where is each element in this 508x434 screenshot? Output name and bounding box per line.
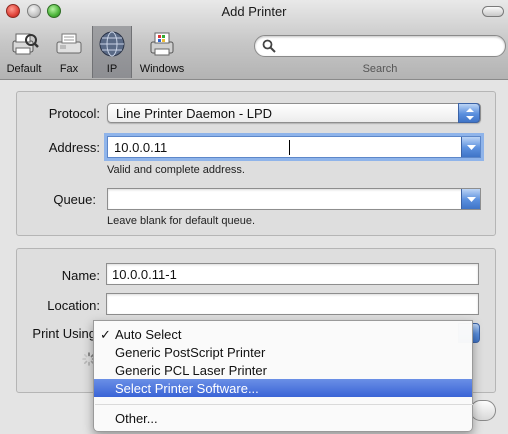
name-label: Name: bbox=[61, 268, 100, 283]
search-icon bbox=[262, 39, 276, 53]
fax-icon bbox=[56, 33, 82, 54]
toolbar-fax-button[interactable]: Fax bbox=[50, 26, 88, 78]
menu-item-other[interactable]: Other... bbox=[94, 409, 472, 427]
menu-item-generic-postscript[interactable]: Generic PostScript Printer bbox=[94, 343, 472, 361]
search-field[interactable] bbox=[254, 35, 506, 57]
add-button[interactable] bbox=[470, 400, 496, 421]
name-field[interactable]: 10.0.0.11-1 bbox=[106, 263, 479, 285]
address-hint: Valid and complete address. bbox=[107, 164, 245, 176]
address-input[interactable]: 10.0.0.11 bbox=[114, 140, 167, 155]
menu-item-label: Generic PostScript Printer bbox=[115, 345, 266, 360]
protocol-arrows-icon bbox=[458, 103, 480, 123]
queue-hint: Leave blank for default queue. bbox=[107, 215, 256, 227]
menu-item-label: Auto Select bbox=[115, 327, 182, 342]
window-title: Add Printer bbox=[221, 4, 287, 19]
address-dropdown-icon[interactable] bbox=[461, 137, 480, 157]
menu-item-auto-select[interactable]: ✓ Auto Select bbox=[94, 325, 472, 343]
add-printer-window: Add Printer Default Fax IP Windows Searc… bbox=[0, 0, 508, 434]
protocol-label: Protocol: bbox=[48, 106, 100, 121]
toolbar-windows-button[interactable]: Windows bbox=[134, 26, 190, 78]
text-caret bbox=[289, 140, 290, 155]
menu-item-generic-pcl[interactable]: Generic PCL Laser Printer bbox=[94, 361, 472, 379]
toolbar-windows-label: Windows bbox=[139, 63, 185, 75]
menu-separator bbox=[95, 404, 473, 405]
print-using-menu: ✓ Auto Select Generic PostScript Printer… bbox=[93, 320, 473, 432]
ip-globe-icon bbox=[99, 31, 125, 57]
default-printer-icon bbox=[12, 33, 39, 55]
location-field[interactable] bbox=[106, 293, 479, 315]
toolbar-ip-label: IP bbox=[106, 63, 118, 75]
toolbar-default-button[interactable]: Default bbox=[2, 26, 46, 78]
toolbar-fax-label: Fax bbox=[59, 63, 79, 75]
address-combo[interactable]: 10.0.0.11 bbox=[107, 136, 481, 158]
title-toolbar: Add Printer Default Fax IP Windows Searc… bbox=[0, 0, 508, 80]
toolbar-default-label: Default bbox=[6, 63, 42, 75]
toolbar-ip-button[interactable]: IP bbox=[92, 26, 132, 78]
menu-item-label: Generic PCL Laser Printer bbox=[115, 363, 267, 378]
print-using-label: Print Using bbox=[32, 326, 96, 341]
address-label: Address: bbox=[48, 140, 100, 155]
menu-item-label: Other... bbox=[115, 411, 158, 426]
protocol-popup[interactable]: Line Printer Daemon - LPD bbox=[107, 103, 481, 123]
protocol-value: Line Printer Daemon - LPD bbox=[116, 106, 273, 121]
checkmark-icon: ✓ bbox=[100, 327, 111, 342]
queue-combo[interactable] bbox=[107, 188, 481, 210]
toolbar-toggle-icon[interactable] bbox=[482, 6, 504, 17]
queue-dropdown-icon[interactable] bbox=[461, 189, 480, 209]
queue-label: Queue: bbox=[53, 192, 96, 207]
name-input[interactable]: 10.0.0.11-1 bbox=[112, 267, 177, 282]
location-label: Location: bbox=[47, 298, 100, 313]
menu-item-label: Select Printer Software... bbox=[115, 381, 259, 396]
menu-item-select-printer-software[interactable]: Select Printer Software... bbox=[94, 379, 472, 397]
search-label: Search bbox=[362, 63, 398, 75]
windows-printer-icon bbox=[150, 32, 174, 56]
